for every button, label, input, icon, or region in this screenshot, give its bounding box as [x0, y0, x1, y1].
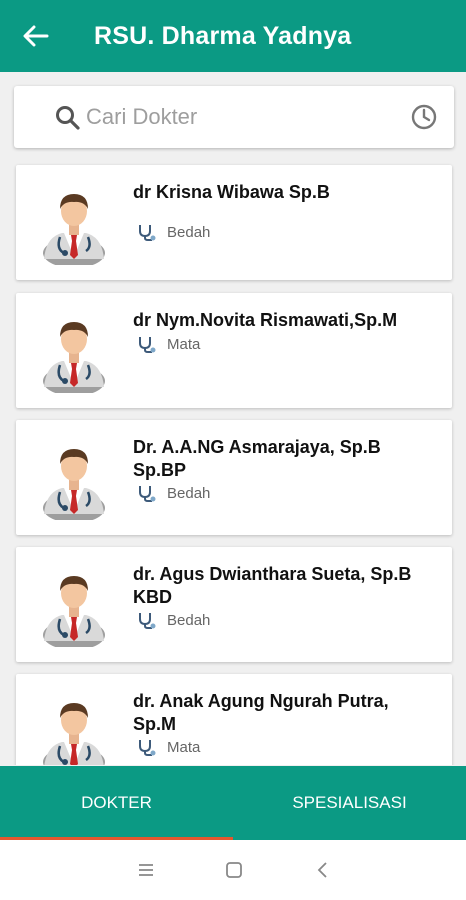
search-bar: [14, 86, 454, 148]
back-icon[interactable]: [311, 858, 335, 882]
specialty-row: Bedah: [137, 223, 210, 241]
specialty-row: Bedah: [137, 484, 210, 502]
doctor-name: dr Nym.Novita Rismawati,Sp.M: [133, 310, 398, 330]
specialty-row: Bedah: [137, 611, 210, 629]
doctor-specialty: Bedah: [167, 484, 211, 502]
specialty-row: Mata: [137, 335, 200, 353]
doctor-card[interactable]: dr. Agus Dwianthara Sueta, Sp.B KBD Beda…: [16, 547, 452, 662]
doctor-specialty: Mata: [167, 738, 201, 756]
tab-label: SPESIALISASI: [292, 793, 407, 812]
system-navigation-bar: [0, 840, 466, 900]
doctor-card[interactable]: dr. Anak Agung Ngurah Putra, Sp.M Mata: [16, 674, 452, 765]
home-icon[interactable]: [222, 858, 246, 882]
doctor-avatar-icon: [42, 185, 106, 265]
app-bar: RSU. Dharma Yadnya: [0, 0, 466, 72]
doctor-avatar-icon: [42, 313, 106, 393]
specialty-row: Mata: [137, 738, 200, 756]
recents-icon[interactable]: [134, 858, 158, 882]
search-icon: [56, 106, 80, 130]
search-input[interactable]: [86, 98, 406, 136]
doctor-specialty: Bedah: [167, 223, 211, 241]
doctor-specialty: Bedah: [167, 611, 211, 629]
stethoscope-icon: [137, 738, 157, 756]
stethoscope-icon: [137, 484, 157, 502]
doctor-name: Dr. A.A.NG Asmarajaya, Sp.B Sp.BP: [133, 437, 381, 480]
doctor-name: dr. Agus Dwianthara Sueta, Sp.B KBD: [133, 564, 412, 607]
history-clock-icon[interactable]: [410, 103, 438, 131]
tab-label: DOKTER: [81, 793, 152, 812]
doctor-avatar-icon: [42, 440, 106, 520]
doctor-card[interactable]: Dr. A.A.NG Asmarajaya, Sp.B Sp.BP Bedah: [16, 420, 452, 535]
doctor-avatar-icon: [42, 694, 106, 765]
doctor-card[interactable]: dr Nym.Novita Rismawati,Sp.M Mata: [16, 293, 452, 408]
doctor-list: dr Krisna Wibawa Sp.B Bedah dr Nym.Novit…: [0, 150, 466, 765]
stethoscope-icon: [137, 223, 157, 241]
tab-dokter[interactable]: DOKTER: [0, 766, 233, 840]
doctor-specialty: Mata: [167, 335, 201, 353]
bottom-tab-bar: DOKTER SPESIALISASI: [0, 766, 466, 840]
page-title: RSU. Dharma Yadnya: [94, 22, 352, 50]
doctor-name: dr Krisna Wibawa Sp.B: [133, 182, 330, 202]
back-arrow-icon[interactable]: [18, 18, 54, 54]
stethoscope-icon: [137, 611, 157, 629]
doctor-avatar-icon: [42, 567, 106, 647]
stethoscope-icon: [137, 335, 157, 353]
tab-spesialisasi[interactable]: SPESIALISASI: [233, 766, 466, 840]
doctor-card[interactable]: dr Krisna Wibawa Sp.B Bedah: [16, 165, 452, 280]
doctor-name: dr. Anak Agung Ngurah Putra, Sp.M: [133, 691, 389, 734]
